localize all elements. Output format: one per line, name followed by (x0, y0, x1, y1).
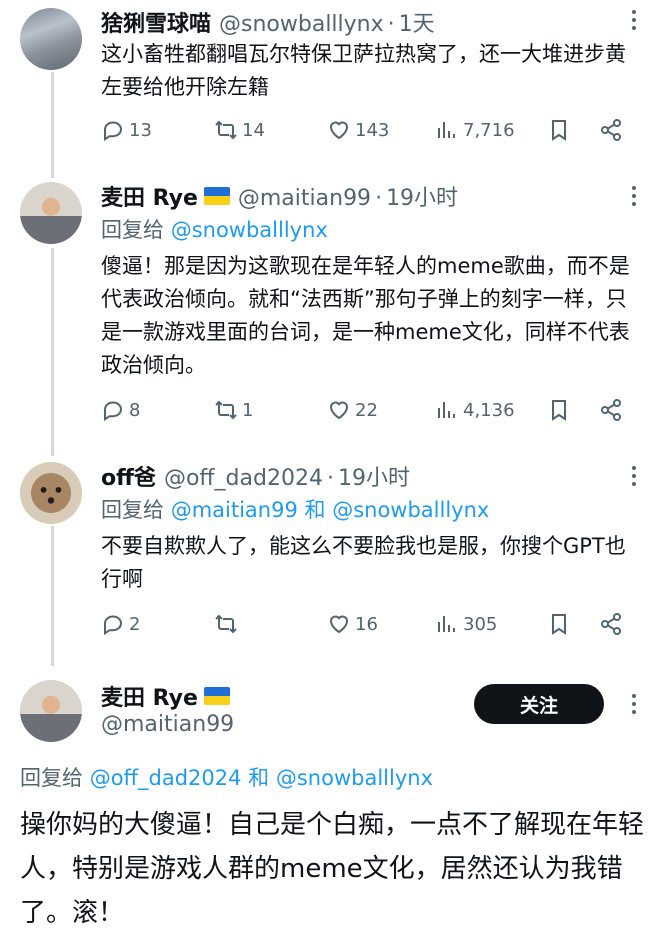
reply-count: 8 (129, 399, 141, 421)
like-button[interactable]: 143 (327, 118, 389, 142)
like-icon (329, 615, 349, 634)
more-icon[interactable] (632, 694, 638, 714)
reply-icon (104, 401, 123, 422)
views-count: 4,136 (463, 399, 515, 421)
like-icon (329, 121, 349, 140)
share-button[interactable] (599, 398, 627, 422)
share-icon (601, 613, 621, 635)
reply-count: 13 (129, 119, 152, 141)
retweet-count: 1 (242, 399, 254, 421)
retweet-icon (215, 614, 237, 634)
bookmark-icon (552, 120, 566, 141)
timestamp[interactable]: 19小时 (338, 460, 410, 492)
separator-dot: · (375, 186, 383, 211)
like-icon (329, 401, 349, 420)
tweet-3[interactable]: off爸 @off_dad2024 · 19小时 回复给 @maitian99 … (0, 450, 660, 670)
avatar[interactable] (20, 462, 82, 524)
views-button[interactable]: 4,136 (435, 398, 515, 422)
reply-prefix: 回复给 (101, 218, 164, 242)
author-name[interactable]: 麦田 Rye (101, 180, 198, 212)
bookmark-icon (552, 400, 566, 421)
follow-button[interactable]: 关注 (474, 684, 604, 724)
tweet-1[interactable]: 猞猁雪球喵 @snowballlynx · 1天 这小畜牲都翻唱瓦尔特保卫萨拉热… (0, 0, 660, 170)
timestamp[interactable]: 1天 (399, 6, 435, 38)
retweet-icon (215, 400, 237, 420)
author-name[interactable]: off爸 (101, 460, 156, 492)
reply-to-link[interactable]: @off_dad2024 (90, 766, 242, 790)
reply-context: 回复给 @off_dad2024 和 @snowballlynx (20, 762, 433, 792)
separator-dot: · (326, 466, 334, 491)
avatar[interactable] (20, 8, 82, 70)
ukraine-flag-icon (203, 687, 230, 705)
views-count: 7,716 (463, 119, 515, 141)
author-handle[interactable]: @maitian99 (101, 712, 234, 737)
reply-icon (104, 615, 123, 636)
reply-count: 2 (129, 613, 141, 635)
more-icon[interactable] (632, 466, 638, 486)
ukraine-flag-icon (203, 187, 230, 205)
tweet-text: 这小畜牲都翻唱瓦尔特保卫萨拉热窝了，还一大堆进步黄左要给他开除左籍 (101, 42, 626, 99)
author-handle[interactable]: @off_dad2024 (164, 466, 323, 491)
reply-button[interactable]: 2 (101, 612, 140, 636)
views-button[interactable]: 305 (435, 612, 497, 636)
reply-button[interactable]: 13 (101, 118, 152, 142)
views-count: 305 (463, 613, 498, 635)
reply-to-link[interactable]: @snowballlynx (332, 498, 489, 522)
author-handle[interactable]: @snowballlynx (219, 12, 384, 37)
retweet-icon (215, 120, 237, 140)
retweet-button[interactable]: 14 (214, 118, 265, 142)
reply-icon (104, 121, 123, 142)
action-bar: 13 14 143 7,716 (101, 118, 631, 148)
bookmark-button[interactable] (547, 398, 575, 422)
reply-context: 回复给 @maitian99 和 @snowballlynx (101, 494, 489, 524)
retweet-button[interactable]: 1 (214, 398, 253, 422)
more-icon[interactable] (632, 186, 638, 206)
like-count: 143 (355, 119, 390, 141)
retweet-button[interactable] (214, 612, 242, 636)
share-icon (601, 119, 621, 141)
tweet-text: 傻逼！那是因为这歌现在是年轻人的meme歌曲，而不是代表政治倾向。就和“法西斯”… (101, 254, 630, 377)
like-button[interactable]: 22 (327, 398, 378, 422)
tweet-2[interactable]: 麦田 Rye @maitian99 · 19小时 回复给 @snowballly… (0, 170, 660, 450)
reply-prefix: 回复给 (101, 498, 164, 522)
reply-and: 和 (248, 766, 270, 790)
like-count: 22 (355, 399, 378, 421)
separator-dot: · (387, 12, 395, 37)
share-icon (601, 399, 621, 421)
author-handle[interactable]: @maitian99 (238, 186, 371, 211)
reply-to-link[interactable]: @snowballlynx (276, 766, 433, 790)
reply-to-link[interactable]: @maitian99 (171, 498, 298, 522)
reply-to-link[interactable]: @snowballlynx (171, 218, 328, 242)
retweet-count: 14 (242, 119, 265, 141)
views-icon (438, 122, 455, 138)
bookmark-button[interactable] (547, 612, 575, 636)
reply-and: 和 (304, 498, 326, 522)
avatar[interactable] (20, 680, 82, 742)
views-icon (438, 402, 455, 418)
avatar[interactable] (20, 182, 82, 244)
reply-prefix: 回复给 (20, 766, 83, 790)
reply-button[interactable]: 8 (101, 398, 140, 422)
views-icon (438, 616, 455, 632)
like-button[interactable]: 16 (327, 612, 378, 636)
bookmark-button[interactable] (547, 118, 575, 142)
focus-tweet-text: 操你妈的大傻逼！自己是个白痴，一点不了解现在年轻人，特别是游戏人群的meme文化… (20, 810, 645, 928)
views-button[interactable]: 7,716 (435, 118, 515, 142)
action-bar: 8 1 22 4,136 (101, 398, 631, 428)
timestamp[interactable]: 19小时 (386, 180, 458, 212)
share-button[interactable] (599, 118, 627, 142)
share-button[interactable] (599, 612, 627, 636)
tweet-text: 不要自欺欺人了，能这么不要脸我也是服，你搜个GPT也行啊 (101, 534, 626, 591)
author-name[interactable]: 猞猁雪球喵 (101, 6, 211, 38)
focus-header: 麦田 Rye (101, 680, 230, 712)
reply-context: 回复给 @snowballlynx (101, 214, 328, 244)
action-bar: 2 16 305 (101, 612, 631, 642)
like-count: 16 (355, 613, 378, 635)
more-icon[interactable] (632, 10, 638, 30)
bookmark-icon (552, 614, 566, 635)
author-name[interactable]: 麦田 Rye (101, 680, 198, 712)
